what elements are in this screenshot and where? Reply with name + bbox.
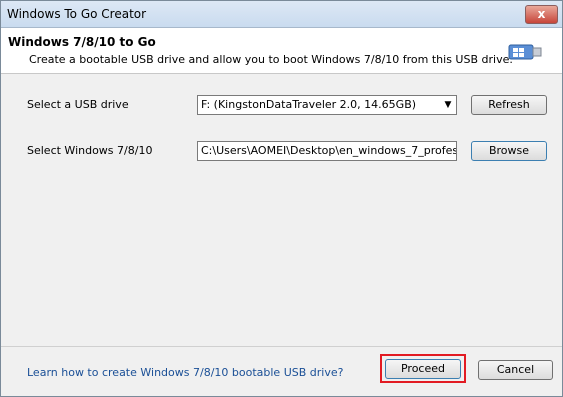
proceed-button[interactable]: Proceed — [385, 359, 461, 379]
close-button[interactable]: x — [525, 5, 558, 24]
header-subtitle: Create a bootable USB drive and allow yo… — [29, 53, 513, 66]
windows-to-go-creator-window: Windows To Go Creator x Windows 7/8/10 t… — [0, 0, 563, 397]
cancel-button[interactable]: Cancel — [478, 360, 553, 380]
refresh-button[interactable]: Refresh — [471, 95, 547, 115]
usb-drive-windows-icon — [508, 44, 542, 60]
windows-path-field[interactable]: C:\Users\AOMEI\Desktop\en_windows_7_prof… — [197, 141, 457, 161]
usb-drive-label: Select a USB drive — [27, 98, 129, 111]
learn-link[interactable]: Learn how to create Windows 7/8/10 boota… — [27, 366, 343, 379]
header-panel: Windows 7/8/10 to Go Create a bootable U… — [1, 28, 562, 74]
usb-drive-selected: F: (KingstonDataTraveler 2.0, 14.65GB) — [201, 98, 417, 111]
windows-path-value: C:\Users\AOMEI\Desktop\en_windows_7_prof… — [201, 144, 457, 157]
chevron-down-icon[interactable]: ▼ — [440, 96, 456, 114]
footer-divider — [1, 346, 562, 347]
close-icon: x — [537, 7, 546, 21]
usb-drive-dropdown[interactable]: F: (KingstonDataTraveler 2.0, 14.65GB) ▼ — [197, 95, 457, 115]
title-bar[interactable]: Windows To Go Creator x — [1, 1, 562, 28]
windows-source-label: Select Windows 7/8/10 — [27, 144, 153, 157]
window-title: Windows To Go Creator — [7, 7, 147, 21]
browse-button[interactable]: Browse — [471, 141, 547, 161]
header-title: Windows 7/8/10 to Go — [8, 35, 156, 49]
